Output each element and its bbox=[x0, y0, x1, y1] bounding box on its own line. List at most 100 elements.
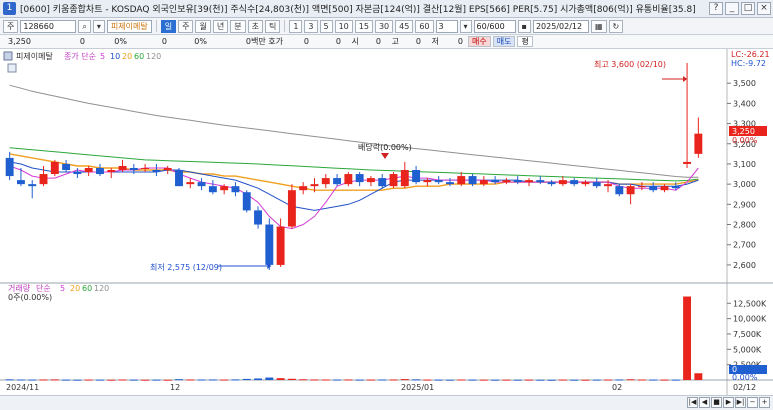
interval-10[interactable]: 10 bbox=[334, 19, 353, 33]
candle-body bbox=[604, 184, 612, 187]
count-dropdown-icon[interactable]: ▾ bbox=[459, 19, 472, 33]
mode-year[interactable]: 년 bbox=[212, 19, 229, 33]
maximize-button[interactable]: □ bbox=[741, 2, 755, 15]
mode-month[interactable]: 월 bbox=[195, 19, 211, 33]
volume-bar bbox=[502, 379, 511, 381]
count-input[interactable]: 3 bbox=[435, 19, 458, 33]
candle-body bbox=[197, 182, 206, 187]
price-tick-label: 3,400 bbox=[733, 99, 756, 108]
lock-icon[interactable]: ▪ bbox=[517, 19, 531, 33]
volume-bar bbox=[592, 379, 601, 381]
quote-price: 3,250 bbox=[8, 37, 31, 46]
candle-body bbox=[525, 180, 533, 183]
zoom-out-icon[interactable]: − bbox=[747, 397, 758, 408]
volume-bar bbox=[378, 379, 387, 381]
help-button[interactable]: ? bbox=[709, 2, 723, 15]
chart-area[interactable]: 피제이메탈 종가 단순 5 10 20 60 120 3,500 3,400 3,3… bbox=[0, 49, 773, 395]
date-input[interactable]: 2025/02/12 bbox=[532, 19, 589, 33]
quote-cell: 시 bbox=[351, 37, 359, 46]
quote-bar: 3,250 0 0% 0 0% 0백만 호가 0 0 시 0 고 0 저 0 매… bbox=[0, 35, 773, 49]
period-select-button[interactable]: 주 bbox=[3, 19, 19, 33]
volume-bar bbox=[660, 379, 669, 381]
volume-legend-ma60: 60 bbox=[82, 284, 92, 293]
interval-30[interactable]: 30 bbox=[374, 19, 394, 33]
minimize-button[interactable]: _ bbox=[725, 2, 739, 15]
scroll-last-icon[interactable]: ▶| bbox=[735, 397, 746, 408]
interval-60[interactable]: 60 bbox=[415, 19, 434, 33]
interval-5[interactable]: 5 bbox=[319, 19, 333, 33]
x-label-dec: 12 bbox=[170, 383, 180, 392]
app-icon: 1 bbox=[3, 2, 16, 15]
candle-body bbox=[208, 186, 217, 193]
scroll-next-icon[interactable]: ▶ bbox=[723, 397, 734, 408]
volume-bar bbox=[16, 379, 25, 381]
volume-bar bbox=[5, 379, 14, 381]
scroll-prev-icon[interactable]: ◀ bbox=[699, 397, 710, 408]
volume-bar bbox=[50, 379, 59, 381]
candle-body bbox=[129, 167, 138, 171]
stock-chart[interactable]: 피제이메탈 종가 단순 5 10 20 60 120 3,5003,4003,3… bbox=[0, 49, 773, 395]
candle-body bbox=[84, 167, 93, 173]
mode-second[interactable]: 초 bbox=[247, 19, 263, 33]
range-input[interactable]: 60/600 bbox=[473, 19, 516, 33]
volume-bar bbox=[62, 379, 71, 381]
volume-legend-ma: 단순 bbox=[36, 283, 51, 293]
search-icon[interactable]: ⌕ bbox=[78, 19, 91, 33]
scroll-first-icon[interactable]: |◀ bbox=[687, 397, 698, 408]
volume-bar bbox=[547, 379, 556, 381]
interval-45[interactable]: 45 bbox=[395, 19, 414, 33]
candle-body bbox=[423, 180, 432, 183]
interval-1[interactable]: 1 bbox=[289, 19, 303, 33]
stock-name-display: 피제이메탈 bbox=[106, 19, 152, 33]
volume-tick-label: 10,000K bbox=[733, 315, 767, 324]
legend-ma10: 10 bbox=[110, 52, 120, 61]
stock-code-input[interactable]: 128660 bbox=[20, 19, 77, 33]
zoom-in-icon[interactable]: + bbox=[759, 397, 770, 408]
candle-body bbox=[265, 224, 274, 265]
high-annotation: 최고 3,600 (02/10) bbox=[594, 59, 666, 69]
average-button[interactable]: 평 bbox=[517, 36, 533, 47]
volume-bar bbox=[513, 379, 522, 381]
volume-bar bbox=[649, 379, 658, 381]
candle-body bbox=[536, 180, 545, 183]
interval-15[interactable]: 15 bbox=[354, 19, 373, 33]
quote-cell: 0 bbox=[161, 37, 167, 46]
volume-bar bbox=[73, 379, 82, 381]
sell-button[interactable]: 매도 bbox=[492, 36, 516, 47]
candle-body bbox=[479, 180, 488, 185]
buy-button[interactable]: 매수 bbox=[468, 36, 491, 47]
candle-body bbox=[671, 186, 680, 189]
close-button[interactable]: × bbox=[757, 2, 771, 15]
price-tick-label: 3,000 bbox=[733, 180, 756, 189]
candle-body bbox=[299, 186, 308, 191]
candle-body bbox=[389, 174, 398, 187]
volume-bar bbox=[129, 379, 138, 381]
candle-body bbox=[141, 167, 150, 169]
mode-day[interactable]: 일 bbox=[160, 19, 177, 33]
volume-bar bbox=[366, 379, 375, 381]
candle-body bbox=[355, 174, 364, 183]
quote-cell: 0백만 호가 bbox=[245, 37, 283, 46]
arrow-down-icon[interactable]: ▾ bbox=[92, 19, 105, 33]
scroll-stop-icon[interactable]: ■ bbox=[711, 397, 722, 408]
mode-week[interactable]: 주 bbox=[178, 19, 194, 33]
quote-cell: 저 bbox=[431, 37, 439, 46]
calendar-icon[interactable]: ▦ bbox=[590, 19, 607, 33]
mode-tick[interactable]: 틱 bbox=[264, 19, 281, 33]
candle-body bbox=[660, 186, 669, 191]
volume-bar bbox=[208, 379, 217, 381]
panel-config-icon[interactable] bbox=[3, 51, 13, 61]
mode-minute[interactable]: 분 bbox=[230, 19, 246, 33]
refresh-icon[interactable]: ↻ bbox=[608, 19, 624, 33]
interval-3[interactable]: 3 bbox=[304, 19, 318, 33]
volume-bar bbox=[299, 379, 308, 381]
volume-bar bbox=[39, 379, 48, 381]
toggle-icon[interactable] bbox=[7, 63, 17, 73]
window-title: [0600] 키움종합차트 - KOSDAQ 외국인보유[39(천)] 주식수[… bbox=[20, 5, 696, 15]
scroll-controls: |◀ ◀ ■ ▶ ▶| − + bbox=[687, 397, 770, 408]
x-label-nov: 2024/11 bbox=[6, 383, 39, 392]
candle-body bbox=[615, 186, 624, 195]
quote-cell: 0% bbox=[194, 37, 207, 46]
volume-bar bbox=[558, 379, 567, 381]
volume-tick-label: 7,500K bbox=[733, 330, 762, 339]
